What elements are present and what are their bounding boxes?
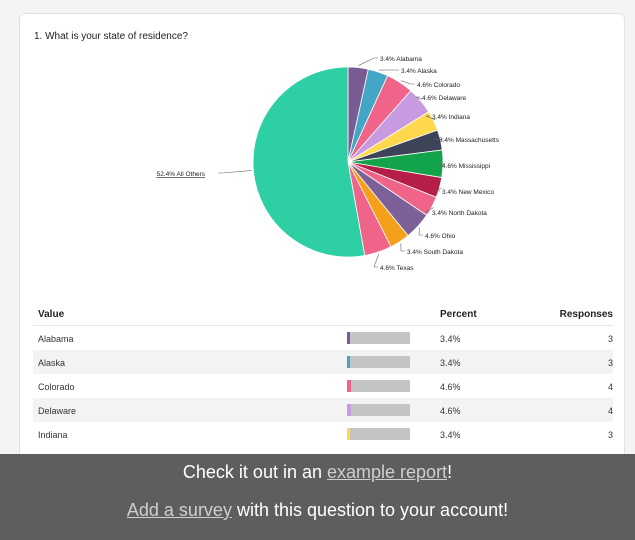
percent-bar-fill [347, 356, 351, 368]
footer-text: ! [447, 462, 453, 482]
question-card: 1. What is your state of residence? 3.4%… [19, 13, 625, 485]
pie-leader-line [418, 227, 423, 236]
promo-footer: Check it out in an example report! Add a… [0, 454, 635, 540]
row-responses: 3 [607, 358, 613, 368]
row-percent: 3.4% [440, 430, 461, 440]
example-report-link[interactable]: example report [327, 462, 447, 482]
row-value: Alabama [38, 334, 74, 344]
row-responses: 4 [607, 406, 613, 416]
pie-leader-line [400, 80, 415, 85]
row-value: Alaska [38, 358, 66, 368]
row-percent: 4.6% [440, 406, 461, 416]
header-value: Value [38, 309, 65, 320]
row-value: Delaware [38, 406, 77, 416]
pie-slice-label: 4.6% Delaware [422, 95, 466, 102]
pie-leader-line [358, 57, 378, 66]
table-header: Value Percent Responses [33, 301, 613, 326]
table-row: Colorado 4.6% 4 [33, 374, 613, 398]
header-responses: Responses [559, 309, 613, 320]
row-responses: 3 [607, 334, 613, 344]
header-percent: Percent [440, 309, 477, 320]
row-percent: 4.6% [440, 382, 461, 392]
row-responses: 3 [607, 430, 613, 440]
pie-slice-label: 3.4% Alaska [401, 68, 437, 75]
footer-line-1: Check it out in an example report! [0, 462, 635, 483]
pie-chart: 3.4% Alabama 3.4% Alaska 4.6% Colorado 4.6%… [157, 56, 500, 272]
pie-slice-label: 3.4% Indiana [432, 114, 470, 121]
percent-bar [347, 356, 410, 368]
percent-bar [347, 404, 410, 416]
pie-slice-label: 4.6% Ohio [425, 233, 456, 240]
pie-slice-label: 4.6% Colorado [417, 82, 460, 89]
row-percent: 3.4% [440, 334, 461, 344]
percent-bar [347, 332, 410, 344]
pie-leader-line [373, 253, 380, 268]
pie-slice-label: 3.4% Alabama [380, 56, 422, 63]
footer-text: with this question to your account! [231, 500, 509, 520]
percent-bar [347, 380, 410, 392]
percent-bar-fill [347, 380, 352, 392]
pie-leader-line [218, 170, 252, 174]
row-value: Colorado [38, 382, 75, 392]
pie-leader-line [400, 243, 405, 252]
pie-slice-label: 3.4% Massachusetts [439, 137, 500, 144]
percent-bar-fill [347, 332, 351, 344]
percent-bar-fill [347, 404, 352, 416]
table-row: Delaware 4.6% 4 [33, 398, 613, 422]
row-percent: 3.4% [440, 358, 461, 368]
table-row: Indiana 3.4% 3 [33, 422, 613, 446]
footer-line-2: Add a survey with this question to your … [0, 500, 635, 521]
row-responses: 4 [607, 382, 613, 392]
table-row: Alabama 3.4% 3 [33, 326, 613, 350]
pie-slice-label: 3.4% North Dakota [432, 210, 487, 217]
footer-text: Check it out in an [182, 462, 327, 482]
pie-slice-label: 3.4% South Dakota [407, 249, 463, 256]
table-row: Alaska 3.4% 3 [33, 350, 613, 374]
pie-slice-label: 4.6% Mississippi [442, 163, 490, 170]
percent-bar-fill [347, 428, 351, 440]
add-survey-link[interactable]: Add a survey [127, 500, 232, 520]
pie-slice-label: 3.4% New Mexico [442, 189, 494, 196]
pie-slice-all-others[interactable] [252, 66, 366, 258]
pie-slice-label: 52.4% All Others [157, 171, 206, 178]
percent-bar [347, 428, 410, 440]
pie-slice-label: 4.6% Texas [380, 265, 414, 272]
results-table: Value Percent Responses Alabama 3.4% 3 A… [33, 301, 613, 446]
row-value: Indiana [38, 430, 68, 440]
